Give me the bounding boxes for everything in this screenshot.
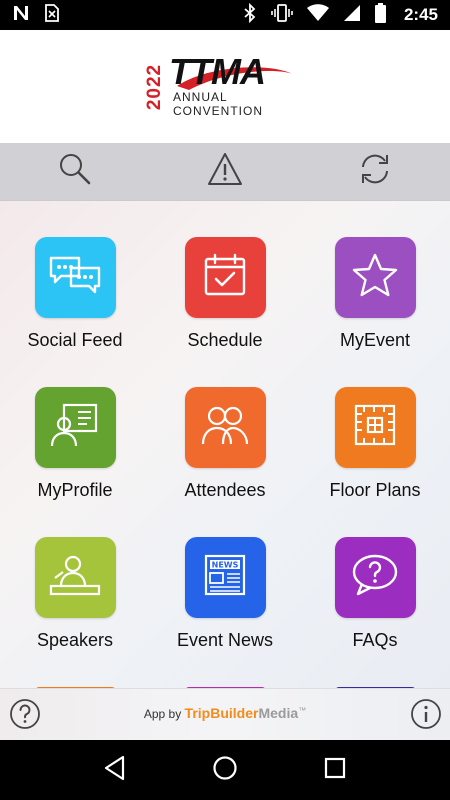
status-bar: 2:45 — [0, 0, 450, 30]
n-logo-icon — [12, 4, 30, 27]
floor-plan-icon — [352, 402, 398, 453]
info-icon — [410, 699, 442, 734]
tile-label: MyProfile — [37, 480, 113, 500]
app-credit[interactable]: App by TripBuilderMedia™ — [0, 705, 450, 721]
tile-label: MyEvent — [339, 330, 411, 350]
chat-bubbles-icon — [47, 252, 103, 303]
trademark-mark: ™ — [298, 706, 307, 715]
wifi-icon — [306, 3, 329, 27]
home-button[interactable] — [195, 745, 255, 795]
alert-button[interactable] — [195, 147, 255, 197]
toolbar — [0, 143, 450, 201]
star-icon — [351, 252, 399, 303]
credit-brand-part2: Media — [258, 705, 299, 721]
no-sim-icon — [44, 3, 60, 28]
tile-social-feed[interactable]: Social Feed — [0, 201, 150, 351]
tile-schedule[interactable]: Schedule — [150, 201, 300, 351]
svg-text:NEWS: NEWS — [212, 561, 239, 570]
footer-bar: App by TripBuilderMedia™ — [0, 688, 450, 740]
recents-button[interactable] — [305, 745, 365, 795]
battery-icon — [374, 2, 386, 28]
credit-brand-part1: TripBuilder — [184, 705, 259, 721]
calendar-check-icon — [202, 252, 248, 303]
back-icon — [103, 755, 127, 786]
search-button[interactable] — [45, 147, 105, 197]
recents-icon — [323, 756, 347, 785]
newspaper-icon: NEWS — [202, 552, 248, 603]
tile-label: Floor Plans — [329, 480, 421, 500]
search-icon — [58, 152, 92, 191]
vibrate-icon — [271, 3, 293, 28]
tile-myprofile[interactable]: MyProfile — [0, 351, 150, 501]
sync-button[interactable] — [345, 147, 405, 197]
tile-myevent[interactable]: MyEvent — [300, 201, 450, 351]
home-icon — [212, 755, 238, 786]
people-icon — [199, 402, 251, 453]
tile-event-news[interactable]: NEWS Event News — [150, 501, 300, 651]
ttma-logo: 2022 TTMA ANNUAL CONVENTION — [144, 50, 305, 122]
bluetooth-icon — [243, 2, 257, 28]
tile-floor-plans[interactable]: Floor Plans — [300, 351, 450, 501]
back-button[interactable] — [85, 745, 145, 795]
tile-attendees[interactable]: Attendees — [150, 351, 300, 501]
alert-icon — [207, 152, 243, 191]
system-nav-bar — [0, 740, 450, 800]
tile-label: Schedule — [187, 330, 263, 350]
speaker-podium-icon — [49, 552, 101, 603]
app-header: 2022 TTMA ANNUAL CONVENTION — [0, 30, 450, 143]
sync-icon — [355, 153, 395, 190]
tile-label: FAQs — [352, 630, 398, 650]
logo-line-convention: CONVENTION — [173, 103, 264, 118]
question-bubble-icon — [350, 552, 400, 603]
credit-prefix: App by — [143, 707, 182, 721]
info-button[interactable] — [410, 698, 442, 730]
tile-label: Attendees — [184, 480, 266, 500]
logo-main: TTMA — [169, 50, 266, 92]
tile-label: Speakers — [36, 630, 114, 650]
signal-icon — [343, 4, 361, 27]
status-time: 2:45 — [403, 5, 438, 24]
logo-line-annual: ANNUAL — [173, 89, 228, 104]
tile-label: Social Feed — [27, 330, 123, 350]
tile-label: Event News — [176, 630, 274, 650]
tile-speakers[interactable]: Speakers — [0, 501, 150, 651]
profile-card-icon — [50, 402, 100, 453]
logo-year: 2022 — [144, 63, 165, 110]
tile-faqs[interactable]: FAQs — [300, 501, 450, 651]
module-grid: Social Feed Schedule MyEvent MyProfile A… — [0, 201, 450, 688]
